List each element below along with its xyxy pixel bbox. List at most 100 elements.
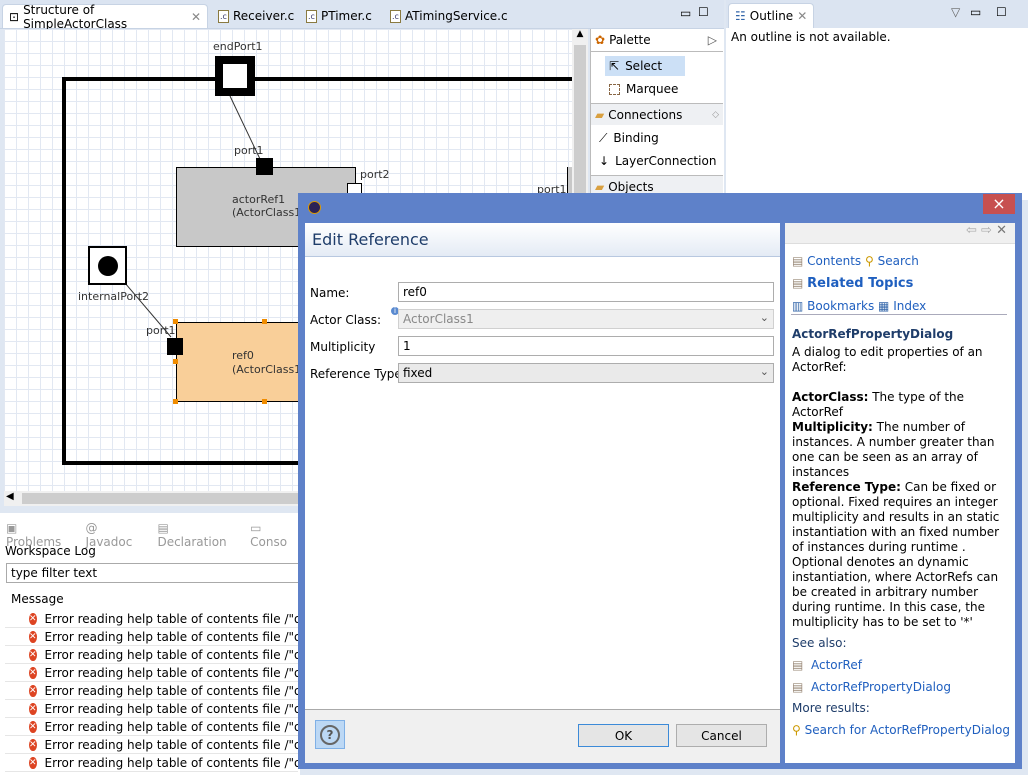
log-row[interactable]: ✕ Error reading help table of contents fi… [5, 700, 298, 718]
link-actorref[interactable]: ActorRef [811, 658, 862, 672]
tool-marquee[interactable]: Marquee [605, 79, 682, 99]
log-message: Error reading help table of contents fil… [44, 719, 298, 734]
see-also-link-row: ▤ ActorRef [792, 658, 1010, 673]
menu-icon[interactable]: ▽ [951, 5, 960, 19]
related-topics-icon: ▤ [792, 276, 804, 290]
index-link[interactable]: Index [893, 299, 926, 313]
ref0-port[interactable] [167, 338, 185, 355]
topic-icon: ▤ [792, 680, 804, 694]
help-item: Reference Type: Can be fixed or optional… [792, 480, 1000, 629]
log-message: Error reading help table of contents fil… [44, 629, 298, 644]
help-pane: ⇦ ⇨ ✕ ▤ Contents ⚲ Search ▤ Related Topi… [785, 223, 1015, 763]
cancel-button[interactable]: Cancel [676, 724, 767, 747]
log-message: Error reading help table of contents fil… [44, 647, 298, 662]
column-message[interactable]: Message [11, 592, 64, 606]
see-also-link-row: ▤ ActorRefPropertyDialog [792, 680, 1010, 695]
c-file-icon: .c [306, 9, 317, 23]
log-row[interactable]: ✕ Error reading help table of contents fi… [5, 664, 298, 682]
tab-receiver[interactable]: .c Receiver.c [212, 4, 300, 28]
close-tab-icon[interactable]: ✕ [797, 9, 807, 23]
forward-icon[interactable]: ⇨ [981, 223, 992, 238]
port1[interactable] [256, 158, 273, 175]
contents-link[interactable]: Contents [807, 254, 861, 268]
bookmarks-icon: ▥ [792, 299, 804, 313]
error-icon: ✕ [29, 612, 37, 625]
log-row[interactable]: ✕ Error reading help table of contents fi… [5, 754, 298, 772]
selection-handle[interactable] [262, 399, 267, 404]
console-icon: ▭ [250, 521, 262, 535]
problems-icon: ▣ [6, 521, 18, 535]
multiplicity-input[interactable]: 1 [398, 336, 774, 356]
search-icon: ⚲ [792, 723, 801, 737]
tab-ptimer[interactable]: .c PTimer.c [300, 4, 378, 28]
outline-icon: ☷ [735, 9, 746, 23]
scroll-up-icon[interactable]: ▲ [572, 29, 588, 39]
ok-button[interactable]: OK [578, 724, 669, 747]
log-row[interactable]: ✕ Error reading help table of contents fi… [5, 682, 298, 700]
button-bar: ? OK Cancel [305, 709, 780, 763]
reference-type-select[interactable]: fixed ⌄ [398, 363, 774, 383]
tab-console[interactable]: ▭ Conso [250, 521, 300, 549]
related-topics-link[interactable]: Related Topics [807, 276, 913, 291]
internal-port-dot [98, 256, 118, 276]
name-input[interactable]: ref0 [398, 282, 774, 302]
help-button[interactable]: ? [315, 720, 345, 749]
error-icon: ✕ [29, 738, 37, 751]
edit-reference-dialog: × Edit Reference Name: ref0 Actor Class:… [298, 193, 1022, 769]
log-title: Workspace Log [5, 544, 96, 558]
help-nav: ▤ Contents ⚲ Search ▤ Related Topics ▥ B… [792, 250, 926, 317]
close-tab-icon[interactable]: ✕ [191, 10, 201, 24]
tab-declaration[interactable]: ▤ Declaration [157, 521, 238, 549]
minimize-icon[interactable]: ▭ [970, 5, 981, 19]
bottom-panel: ▣ Problems @ Javadoc ▤ Declaration ▭ Con… [0, 513, 306, 775]
scroll-left-icon[interactable]: ◀ [6, 491, 14, 502]
log-row[interactable]: ✕ Error reading help table of contents fi… [5, 646, 298, 664]
marquee-icon [609, 83, 620, 95]
tab-outline[interactable]: ☷ Outline ✕ [728, 3, 815, 28]
drawer-connections[interactable]: ▰ Connections ◇ [591, 103, 723, 125]
palette-header[interactable]: ✿ Palette ▷ [591, 29, 723, 52]
search-icon: ⚲ [864, 254, 874, 268]
close-button[interactable]: × [983, 194, 1015, 214]
chevron-down-icon: ⌄ [759, 365, 769, 378]
maximize-icon[interactable]: ☐ [698, 5, 709, 19]
log-message: Error reading help table of contents fil… [44, 755, 298, 770]
tab-structure[interactable]: ⊡ Structure of SimpleActorClass ✕ [2, 3, 208, 31]
structure-icon: ⊡ [9, 9, 20, 24]
ref0-box[interactable] [176, 322, 306, 402]
maximize-icon[interactable]: ☐ [996, 5, 1007, 19]
log-row[interactable]: ✕ Error reading help table of contents fi… [5, 736, 298, 754]
link-actorrefpropertydialog[interactable]: ActorRefPropertyDialog [811, 680, 951, 694]
selection-handle[interactable] [173, 359, 178, 364]
log-row[interactable]: ✕ Error reading help table of contents fi… [5, 718, 298, 736]
selection-handle[interactable] [262, 319, 267, 324]
tool-select[interactable]: ⇱ Select [605, 56, 685, 76]
log-row[interactable]: ✕ Error reading help table of contents fi… [5, 628, 298, 646]
help-separator [791, 314, 1007, 315]
log-message: Error reading help table of contents fil… [44, 611, 298, 626]
help-title: ActorRefPropertyDialog [792, 327, 954, 341]
internal-port[interactable] [88, 246, 127, 285]
dialog-title: Edit Reference [312, 230, 429, 249]
internal-port-label: internalPort2 [78, 290, 150, 303]
pin-icon[interactable]: ◇ [712, 110, 719, 120]
search-link[interactable]: Search [878, 254, 919, 268]
ref0-port-label: port1 [146, 324, 176, 337]
error-icon: ✕ [29, 648, 37, 661]
error-icon: ✕ [29, 666, 37, 679]
actor-class-label: Actor Class: [310, 313, 382, 327]
tab-atimingservice[interactable]: .c ATimingService.c [384, 4, 514, 28]
tool-layer-connection[interactable]: ↓ LayerConnection [595, 151, 720, 171]
filter-input[interactable] [6, 563, 306, 583]
tool-binding[interactable]: ⟋ Binding [595, 128, 663, 148]
back-icon[interactable]: ⇦ [966, 223, 977, 238]
selection-handle[interactable] [173, 399, 178, 404]
minimize-icon[interactable]: ▭ [680, 6, 691, 20]
bookmarks-link[interactable]: Bookmarks [807, 299, 874, 313]
close-icon[interactable]: ✕ [996, 223, 1007, 238]
editor-tabbar: ⊡ Structure of SimpleActorClass ✕ .c Receiv… [0, 0, 724, 31]
log-row[interactable]: ✕ Error reading help table of contents fi… [5, 610, 298, 628]
outline-view: ☷ Outline ✕ ▽ ▭ ☐ An outline is not availa… [726, 0, 1028, 200]
expand-icon[interactable]: ▷ [708, 33, 717, 47]
search-for-link[interactable]: Search for ActorRefPropertyDialog [805, 723, 1010, 737]
